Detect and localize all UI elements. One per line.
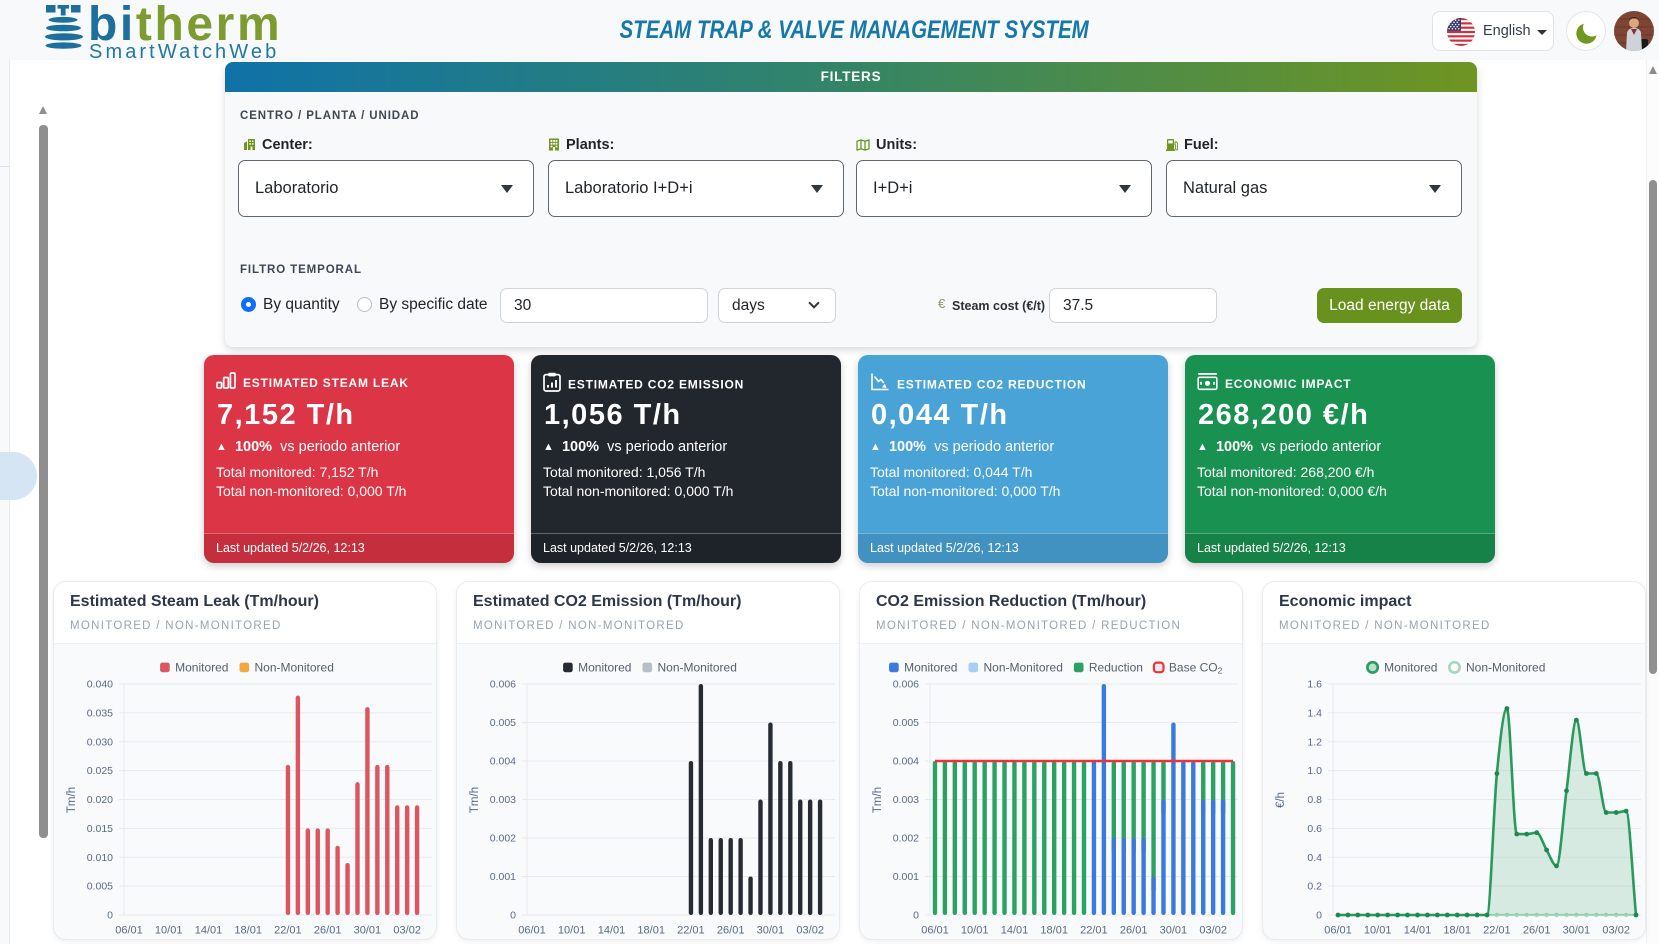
svg-text:Non-Monitored: Non-Monitored <box>984 661 1063 675</box>
svg-text:Non-Monitored: Non-Monitored <box>255 661 334 675</box>
svg-text:03/02: 03/02 <box>796 925 824 937</box>
svg-text:0.005: 0.005 <box>490 717 516 729</box>
svg-text:0.004: 0.004 <box>893 756 919 768</box>
svg-text:0.001: 0.001 <box>490 871 516 883</box>
svg-text:22/01: 22/01 <box>1080 925 1108 937</box>
svg-text:0: 0 <box>107 910 113 922</box>
svg-text:Monitored: Monitored <box>904 661 957 675</box>
svg-text:0.8: 0.8 <box>1307 794 1322 806</box>
svg-text:Tm/h: Tm/h <box>469 787 481 813</box>
svg-text:06/01: 06/01 <box>518 925 546 937</box>
svg-text:10/01: 10/01 <box>1364 925 1392 937</box>
svg-text:18/01: 18/01 <box>1443 925 1471 937</box>
svg-text:0.003: 0.003 <box>893 794 919 806</box>
svg-text:30/01: 30/01 <box>757 925 785 937</box>
svg-text:0: 0 <box>510 910 516 922</box>
svg-text:0.6: 0.6 <box>1307 823 1322 835</box>
svg-text:0.015: 0.015 <box>87 823 113 835</box>
svg-text:06/01: 06/01 <box>115 925 143 937</box>
svg-text:0.4: 0.4 <box>1307 852 1322 864</box>
svg-text:0.010: 0.010 <box>87 852 113 864</box>
svg-text:30/01: 30/01 <box>1160 925 1188 937</box>
svg-text:14/01: 14/01 <box>195 925 223 937</box>
svg-text:03/02: 03/02 <box>393 925 421 937</box>
svg-text:26/01: 26/01 <box>1120 925 1148 937</box>
svg-text:0.005: 0.005 <box>87 881 113 893</box>
svg-text:14/01: 14/01 <box>1001 925 1029 937</box>
svg-text:26/01: 26/01 <box>1523 925 1551 937</box>
svg-text:0.006: 0.006 <box>490 679 516 691</box>
svg-text:18/01: 18/01 <box>234 925 262 937</box>
svg-text:0.005: 0.005 <box>893 717 919 729</box>
svg-text:Reduction: Reduction <box>1089 661 1143 675</box>
svg-text:18/01: 18/01 <box>1040 925 1068 937</box>
svg-text:30/01: 30/01 <box>354 925 382 937</box>
svg-text:06/01: 06/01 <box>1324 925 1352 937</box>
svg-text:0.040: 0.040 <box>87 679 113 691</box>
svg-text:03/02: 03/02 <box>1199 925 1227 937</box>
svg-text:03/02: 03/02 <box>1602 925 1630 937</box>
svg-text:Non-Monitored: Non-Monitored <box>658 661 737 675</box>
svg-text:22/01: 22/01 <box>1483 925 1511 937</box>
svg-text:0.2: 0.2 <box>1307 881 1322 893</box>
svg-text:0: 0 <box>1316 910 1322 922</box>
svg-text:0.004: 0.004 <box>490 756 516 768</box>
svg-text:22/01: 22/01 <box>274 925 302 937</box>
svg-text:Tm/h: Tm/h <box>66 787 78 813</box>
svg-text:Non-Monitored: Non-Monitored <box>1466 661 1545 675</box>
svg-text:06/01: 06/01 <box>921 925 949 937</box>
svg-text:26/01: 26/01 <box>717 925 745 937</box>
svg-text:1.6: 1.6 <box>1307 679 1322 691</box>
svg-text:1.4: 1.4 <box>1307 708 1322 720</box>
svg-text:0.001: 0.001 <box>893 871 919 883</box>
svg-text:10/01: 10/01 <box>961 925 989 937</box>
svg-text:Base CO2: Base CO2 <box>1169 661 1223 676</box>
svg-text:Tm/h: Tm/h <box>872 787 884 813</box>
svg-text:10/01: 10/01 <box>155 925 183 937</box>
svg-text:1.2: 1.2 <box>1307 736 1322 748</box>
svg-text:0.006: 0.006 <box>893 679 919 691</box>
svg-text:0.003: 0.003 <box>490 794 516 806</box>
svg-text:0.035: 0.035 <box>87 708 113 720</box>
svg-text:14/01: 14/01 <box>1404 925 1432 937</box>
svg-text:0.020: 0.020 <box>87 794 113 806</box>
svg-text:0: 0 <box>913 910 919 922</box>
svg-text:Monitored: Monitored <box>1384 661 1437 675</box>
svg-text:0.002: 0.002 <box>490 833 516 845</box>
svg-text:0.025: 0.025 <box>87 765 113 777</box>
svg-text:10/01: 10/01 <box>558 925 586 937</box>
svg-text:18/01: 18/01 <box>637 925 665 937</box>
svg-text:1.0: 1.0 <box>1307 765 1322 777</box>
svg-text:30/01: 30/01 <box>1563 925 1591 937</box>
svg-text:€/h: €/h <box>1275 792 1287 808</box>
svg-text:14/01: 14/01 <box>598 925 626 937</box>
svg-text:22/01: 22/01 <box>677 925 705 937</box>
svg-text:26/01: 26/01 <box>314 925 342 937</box>
svg-text:Monitored: Monitored <box>578 661 631 675</box>
svg-text:0.030: 0.030 <box>87 736 113 748</box>
svg-text:Monitored: Monitored <box>175 661 228 675</box>
svg-text:0.002: 0.002 <box>893 833 919 845</box>
